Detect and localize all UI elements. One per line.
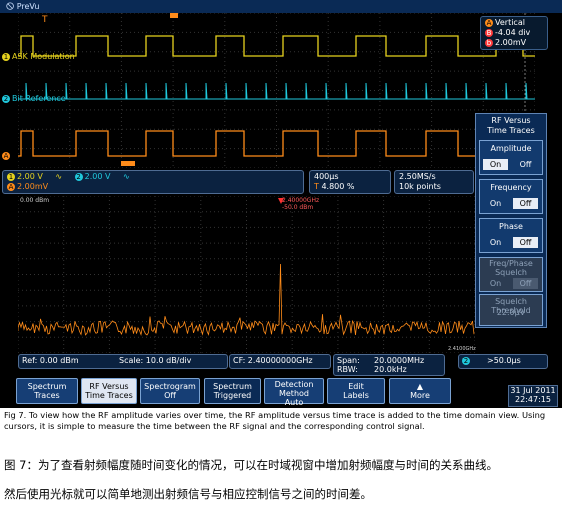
date-time: 31 Jul 2011 22:47:15	[508, 385, 558, 407]
frequency-off[interactable]: Off	[513, 198, 538, 209]
marker-readout: 2.40000GHz -50.0 dBm	[282, 197, 320, 211]
rf-amplitude-label[interactable]: A	[2, 151, 12, 160]
rf-amplitude-waveform	[18, 130, 535, 157]
acquisition-readout[interactable]: 2.50MS/s 10k points	[394, 170, 474, 194]
time-domain-waveforms: T	[18, 13, 535, 168]
more-button[interactable]: ▲ More	[389, 378, 451, 404]
rf-versus-time-button[interactable]: RF Versus Time Traces	[81, 378, 137, 404]
spectrogram-button[interactable]: Spectrogram Off	[140, 378, 200, 404]
spectrum-triggered-button[interactable]: Spectrum Triggered	[204, 378, 261, 404]
vertical-readout: A Vertical B -4.04 div b 2.00mV	[480, 16, 548, 50]
menu-title: RF Versus Time Traces	[487, 116, 535, 135]
ch1-label[interactable]: 1 ASK Modulation	[2, 52, 75, 61]
squelch-on[interactable]: On	[483, 278, 508, 289]
frequency-toggle[interactable]: Frequency On Off	[479, 179, 543, 214]
ref-level-label: 0.00 dBm	[20, 197, 50, 204]
rf-vs-time-menu: RF Versus Time Traces Amplitude On Off F…	[475, 113, 547, 328]
stop-freq-label: 2.4100GHz	[448, 346, 476, 352]
ch2-label[interactable]: 2 Bit Reference	[2, 94, 66, 103]
span-rbw-readout[interactable]: Span: 20.0000MHz RBW: 20.0kHz	[333, 354, 445, 376]
frequency-on[interactable]: On	[483, 198, 508, 209]
trigger-readout[interactable]: 2⊓>50.0µs	[458, 354, 548, 369]
timebase-readout[interactable]: 400µs T 4.800 %	[309, 170, 391, 194]
phase-off[interactable]: Off	[513, 237, 538, 248]
phase-on[interactable]: On	[483, 237, 508, 248]
oscilloscope-screen: 🛇 PreVu T 1 ASK Modulation 2 Bit Reference…	[0, 0, 562, 408]
cf-readout[interactable]: CF: 2.40000000GHz	[229, 354, 331, 369]
amplitude-off[interactable]: Off	[513, 159, 538, 170]
time-domain-graticule: T	[18, 13, 535, 168]
chinese-caption-line-1: 图 7：为了查看射频幅度随时间变化的情况，可以在时域视窗中增加射频幅度与时间的关…	[4, 458, 498, 472]
detection-method-button[interactable]: Detection Method Auto	[264, 378, 324, 407]
trigger-marker	[121, 161, 135, 166]
amplitude-on[interactable]: On	[483, 159, 508, 170]
ref-scale-readout[interactable]: Ref: 0.00 dBm Scale: 10.0 dB/div	[18, 354, 228, 369]
phase-toggle[interactable]: Phase On Off	[479, 218, 543, 253]
edit-labels-button[interactable]: Edit Labels	[327, 378, 385, 404]
title-bar: 🛇 PreVu	[0, 0, 562, 13]
channel-status-bar[interactable]: 1 2.00 V ∿ 2 2.00 V ∿ A 2.00mV	[2, 170, 304, 194]
trigger-position-icon: T	[41, 15, 48, 25]
up-chevron-icon: ▲	[416, 382, 424, 391]
cursor-marker	[170, 13, 178, 18]
squelch-threshold[interactable]: Squelch Threshold 22.0µV	[479, 294, 543, 326]
amplitude-toggle[interactable]: Amplitude On Off	[479, 140, 543, 175]
squelch-toggle[interactable]: Freq/Phase Squelch On Off	[479, 257, 543, 292]
spectrum-trace	[18, 196, 475, 353]
spectrum-traces-button[interactable]: Spectrum Traces	[16, 378, 78, 404]
figure-caption: Fig 7. To view how the RF amplitude vari…	[4, 410, 546, 431]
squelch-off[interactable]: Off	[513, 278, 538, 289]
frequency-domain-graticule: 0.00 dBm 2.40000GHz -50.0 dBm 2.4100GHz	[18, 196, 476, 353]
chinese-caption-line-2: 然后使用光标就可以简单地测出射频信号与相应控制信号之间的时间差。	[4, 487, 372, 501]
